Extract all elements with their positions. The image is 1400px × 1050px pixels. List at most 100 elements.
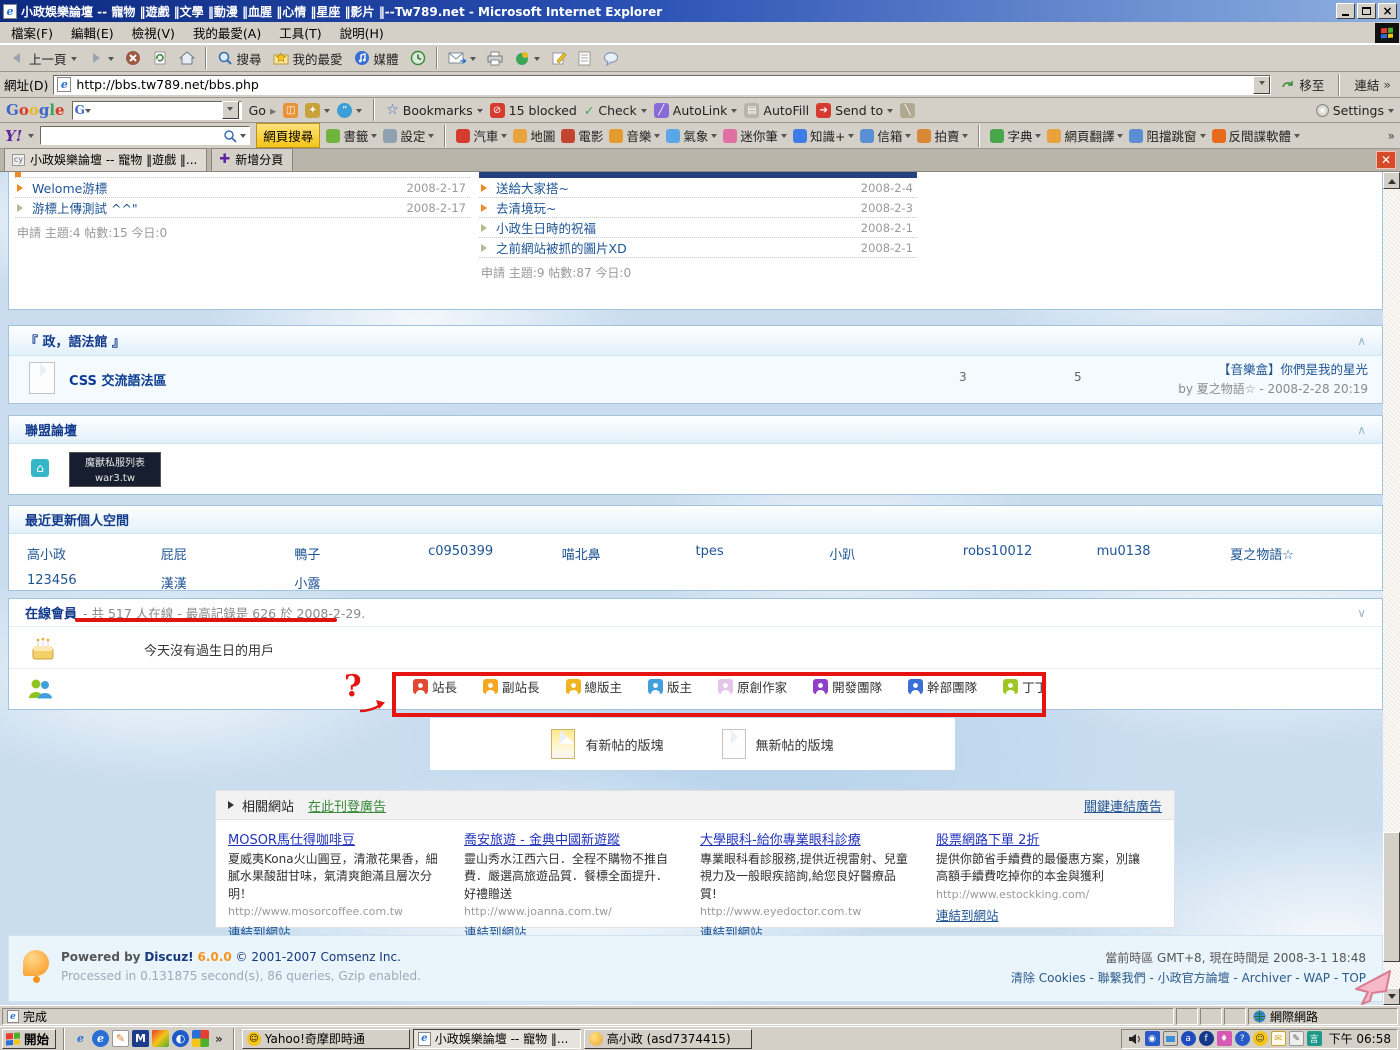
google-settings-button[interactable]: Settings: [1316, 103, 1394, 118]
yahoo-web-search-button[interactable]: 網頁搜尋: [256, 123, 320, 148]
space-user-link[interactable]: c0950399: [428, 544, 562, 563]
address-input[interactable]: e http://bbs.tw789.net/bbs.php: [53, 75, 1271, 95]
ad-title-link[interactable]: 股票網路下單 2折: [936, 829, 1146, 848]
quicklaunch-notes-icon[interactable]: ✎: [112, 1030, 129, 1047]
topic-link[interactable]: Welome游標: [32, 178, 107, 197]
lastpost-title-link[interactable]: 【音樂盒】你們是我的星光: [1178, 360, 1368, 380]
scrollbar-thumb[interactable]: [1383, 832, 1400, 962]
tray-display-icon[interactable]: [1163, 1031, 1178, 1046]
yahoo-antispy-button[interactable]: 反間諜軟體: [1212, 126, 1301, 145]
space-user-link[interactable]: 高小政: [27, 544, 161, 563]
menu-help[interactable]: 說明(H): [331, 20, 393, 45]
keyword-ads-link[interactable]: 關鍵連結廣告: [1084, 796, 1162, 815]
google-spellcheck-button[interactable]: ✓ Check: [584, 103, 647, 118]
tray-smiley-icon[interactable]: ☺: [1253, 1031, 1268, 1046]
space-user-link[interactable]: robs10012: [963, 544, 1097, 563]
forum-title-link[interactable]: CSS 交流語法區: [69, 370, 166, 389]
yahoo-popup-blocker-button[interactable]: 阻擋跳窗: [1129, 126, 1205, 145]
restore-button[interactable]: [1357, 3, 1376, 19]
forward-button[interactable]: [83, 49, 119, 67]
space-user-link[interactable]: tpes: [695, 544, 829, 563]
topic-link[interactable]: 去清境玩~: [496, 198, 556, 217]
menu-favorites[interactable]: 我的最愛(A): [184, 20, 270, 45]
scroll-up-button[interactable]: [1383, 172, 1400, 189]
space-user-link[interactable]: mu0138: [1097, 544, 1231, 563]
quicklaunch-paint-icon[interactable]: [152, 1030, 169, 1047]
tray-mixer-icon[interactable]: ◉: [1145, 1031, 1160, 1046]
yahoo-translate-button[interactable]: 網頁翻譯: [1047, 126, 1123, 145]
collapse-chevron-icon[interactable]: ∨: [1357, 606, 1366, 620]
yahoo-autos-button[interactable]: 汽車: [456, 126, 507, 145]
google-autofill-button[interactable]: ▤ AutoFill: [744, 103, 809, 118]
minimize-button[interactable]: [1336, 3, 1355, 19]
messenger-button[interactable]: [509, 48, 545, 68]
yahoo-auctions-button[interactable]: 拍賣: [917, 126, 968, 145]
favorites-button[interactable]: 我的最愛: [268, 47, 348, 70]
tray-app-pink-icon[interactable]: ♦: [1217, 1031, 1232, 1046]
yahoo-answers-button[interactable]: 知識+: [793, 126, 854, 145]
google-news-icon[interactable]: ◫: [283, 103, 298, 118]
quicklaunch-overflow-chevron[interactable]: »: [212, 1032, 226, 1046]
tray-app-a-icon[interactable]: a: [1181, 1031, 1196, 1046]
google-sendto-button[interactable]: ➔ Send to: [816, 103, 893, 118]
yahoo-mail-button[interactable]: 信箱: [860, 126, 911, 145]
menu-file[interactable]: 檔案(F): [2, 20, 62, 45]
tab-active[interactable]: cy 小政娛樂論壇 -- 寵物 ‖遊戲 ‖...: [4, 148, 207, 171]
yahoo-weather-button[interactable]: 氣象: [666, 126, 717, 145]
mail-button[interactable]: [443, 49, 481, 67]
space-user-link[interactable]: 123456: [27, 573, 161, 592]
google-bookmarks-button[interactable]: ☆ Bookmarks: [386, 102, 482, 118]
history-button[interactable]: [405, 48, 431, 68]
google-search-input[interactable]: G: [72, 101, 242, 120]
topic-link[interactable]: 小政生日時的祝福: [496, 218, 596, 237]
tray-ime-icon[interactable]: 言: [1307, 1031, 1322, 1046]
print-button[interactable]: [482, 49, 508, 68]
media-button[interactable]: 媒體: [349, 47, 404, 70]
start-button[interactable]: 開始: [2, 1029, 56, 1049]
tray-volume-icon[interactable]: [1128, 1032, 1142, 1046]
home-button[interactable]: [174, 48, 200, 68]
yahoo-maps-button[interactable]: 地圖: [513, 126, 555, 145]
quicklaunch-m-app-icon[interactable]: M: [132, 1030, 149, 1047]
yahoo-overflow-chevron[interactable]: »: [1388, 129, 1395, 143]
google-more-button[interactable]: ✦: [305, 103, 330, 118]
google-talk-button[interactable]: ”: [337, 103, 362, 118]
yahoo-bookmarks-button[interactable]: 書籤: [326, 126, 377, 145]
space-user-link[interactable]: 鴨子: [294, 544, 428, 563]
space-user-link[interactable]: 小趴: [829, 544, 963, 563]
yahoo-dictionary-button[interactable]: 字典: [990, 126, 1041, 145]
alliance-banner-link[interactable]: 魔獸私服列表 war3.tw: [69, 452, 161, 487]
quicklaunch-grid-icon[interactable]: [192, 1030, 209, 1047]
yahoo-movies-button[interactable]: 電影: [561, 126, 603, 145]
footer-links[interactable]: 清除 Cookies - 聯繫我們 - 小政官方論壇 - Archiver - …: [1011, 968, 1366, 988]
google-autolink-button[interactable]: ╱ AutoLink: [654, 103, 738, 118]
vertical-scrollbar[interactable]: [1383, 172, 1400, 1005]
topic-link[interactable]: 游標上傳測試 ^^": [32, 198, 138, 217]
edit-button[interactable]: [546, 48, 572, 68]
space-user-link[interactable]: 喵北鼻: [562, 544, 696, 563]
go-button[interactable]: 移至: [1276, 73, 1329, 96]
discuss-button[interactable]: [598, 49, 624, 68]
yahoo-notepad-button[interactable]: 迷你筆: [723, 126, 787, 145]
task-button-yahoo-messenger[interactable]: ☺ Yahoo!奇摩即時通: [242, 1029, 410, 1049]
tabbar-close-button[interactable]: ✕: [1376, 151, 1396, 169]
collapse-chevron-icon[interactable]: ∧: [1357, 423, 1366, 437]
back-button[interactable]: 上一頁: [4, 47, 82, 70]
quicklaunch-o-app-icon[interactable]: ◐: [172, 1030, 189, 1047]
links-button[interactable]: 連結»: [1349, 73, 1396, 96]
ad-visit-link[interactable]: 連結到網站: [936, 905, 999, 924]
new-tab-button[interactable]: ✚ 新增分頁: [211, 148, 293, 171]
menu-view[interactable]: 檢視(V): [123, 20, 184, 45]
space-user-link[interactable]: 夏之物語☆: [1230, 544, 1364, 563]
topic-link[interactable]: 之前網站被抓的圖片XD: [496, 238, 627, 257]
google-go-button[interactable]: Go ▸: [249, 103, 277, 118]
ad-title-link[interactable]: MOSOR馬仕得咖啡豆: [228, 829, 438, 848]
close-button[interactable]: ×: [1378, 3, 1397, 19]
topic-link[interactable]: 送給大家搭~: [496, 178, 569, 197]
space-user-link[interactable]: 屁屁: [161, 544, 295, 563]
tray-newmail-icon[interactable]: ✉: [1271, 1031, 1286, 1046]
discuz-brand[interactable]: Discuz!: [144, 950, 193, 964]
google-highlight-pen-icon[interactable]: ╲: [900, 103, 915, 118]
google-popup-blocker-button[interactable]: ⊘ 15 blocked: [490, 103, 577, 118]
yahoo-search-input[interactable]: [40, 126, 250, 145]
